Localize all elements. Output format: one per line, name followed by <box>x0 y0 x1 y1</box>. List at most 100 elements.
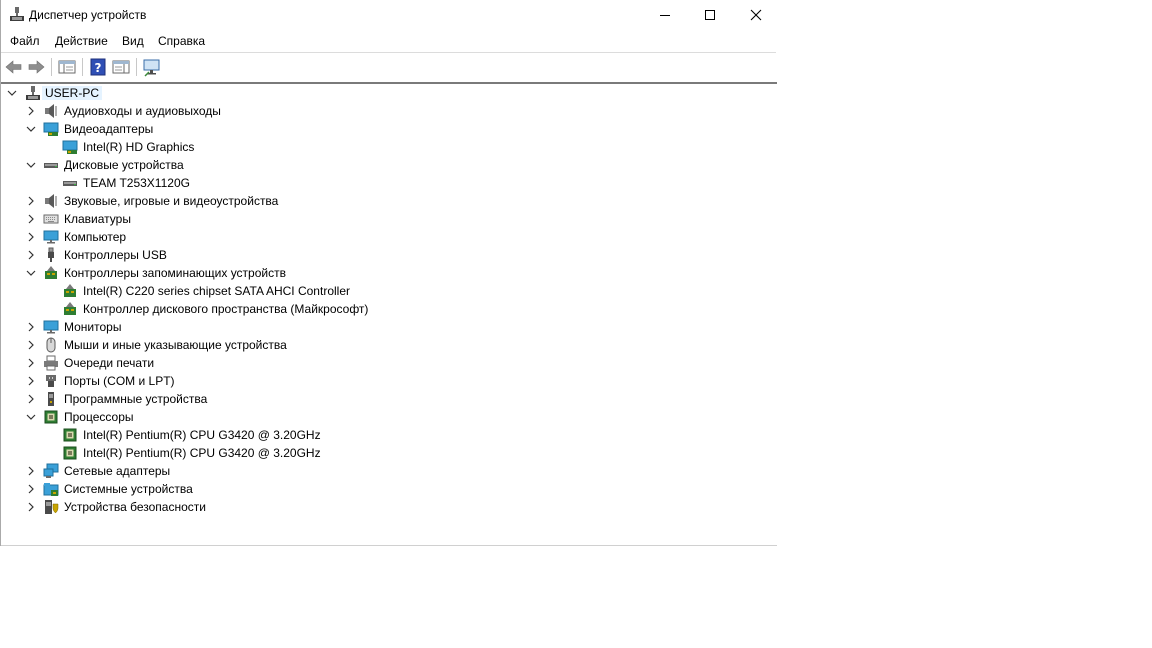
network-icon <box>43 463 59 478</box>
toolbar: ? <box>1 53 776 81</box>
tree-category-row[interactable]: Устройства безопасности <box>1 498 701 516</box>
tree-category-row[interactable]: Клавиатуры <box>1 210 701 228</box>
display-adapter-icon <box>43 122 59 136</box>
chevron-right-icon[interactable] <box>26 232 36 242</box>
tree-category-row[interactable]: Процессоры <box>1 408 701 426</box>
toolbar-separator <box>136 58 137 76</box>
chevron-down-icon[interactable] <box>26 124 36 134</box>
tree-category-row[interactable]: Очереди печати <box>1 354 701 372</box>
category-label: Клавиатуры <box>64 212 131 226</box>
speaker-icon <box>45 104 57 118</box>
back-button[interactable] <box>4 57 24 77</box>
keyboard-icon <box>43 214 59 224</box>
scan-hardware-button[interactable] <box>142 57 162 77</box>
tree-device-row[interactable]: Intel(R) Pentium(R) CPU G3420 @ 3.20GHz <box>1 426 701 444</box>
chevron-right-icon[interactable] <box>26 340 36 350</box>
tree-device-row[interactable]: TEAM T253X1120G <box>1 174 701 192</box>
device-label: Intel(R) C220 series chipset SATA AHCI C… <box>83 284 350 298</box>
menu-view[interactable]: Вид <box>122 34 144 48</box>
tree-device-row[interactable]: Intel(R) C220 series chipset SATA AHCI C… <box>1 282 701 300</box>
show-hide-console-tree-button[interactable] <box>57 57 77 77</box>
disk-drive-icon <box>63 181 77 186</box>
tree-category-row[interactable]: Мониторы <box>1 318 701 336</box>
monitor-icon <box>43 320 59 334</box>
help-button[interactable]: ? <box>88 57 108 77</box>
device-label: Intel(R) HD Graphics <box>83 140 195 154</box>
category-label: Программные устройства <box>64 392 208 406</box>
svg-text:?: ? <box>95 61 102 75</box>
chevron-right-icon[interactable] <box>26 214 36 224</box>
tree-category-row[interactable]: Системные устройства <box>1 480 701 498</box>
tree-category-row[interactable]: Сетевые адаптеры <box>1 462 701 480</box>
menu-file[interactable]: Файл <box>10 34 40 48</box>
chevron-right-icon[interactable] <box>26 322 36 332</box>
forward-icon <box>28 60 45 74</box>
device-label: Intel(R) Pentium(R) CPU G3420 @ 3.20GHz <box>83 446 321 460</box>
category-label: Мониторы <box>64 320 122 334</box>
tree-category-row[interactable]: Порты (COM и LPT) <box>1 372 701 390</box>
tree-device-row[interactable]: Intel(R) Pentium(R) CPU G3420 @ 3.20GHz <box>1 444 701 462</box>
chevron-down-icon[interactable] <box>7 88 17 98</box>
minimize-button[interactable] <box>642 0 688 30</box>
menu-action[interactable]: Действие <box>55 34 108 48</box>
device-label: Intel(R) Pentium(R) CPU G3420 @ 3.20GHz <box>83 428 321 442</box>
printer-icon <box>44 355 58 371</box>
chevron-right-icon[interactable] <box>26 466 36 476</box>
device-label: TEAM T253X1120G <box>83 176 190 190</box>
chevron-down-icon[interactable] <box>26 268 36 278</box>
menu-help[interactable]: Справка <box>158 34 205 48</box>
mouse-icon <box>46 337 56 353</box>
chevron-right-icon[interactable] <box>26 394 36 404</box>
toolbar-separator <box>51 58 52 76</box>
device-tree[interactable]: USER-PC Аудиовходы и аудиовыходы Видеоада… <box>1 84 776 545</box>
maximize-icon <box>705 10 715 20</box>
title-bar[interactable]: Диспетчер устройств <box>1 0 776 30</box>
details-view-button[interactable] <box>111 57 131 77</box>
chevron-down-icon[interactable] <box>26 412 36 422</box>
category-label: Мыши и иные указывающие устройства <box>64 338 287 352</box>
tree-bottom-border <box>1 545 777 546</box>
chevron-down-icon[interactable] <box>26 160 36 170</box>
window-title: Диспетчер устройств <box>29 8 147 22</box>
forward-button[interactable] <box>26 57 46 77</box>
tree-category-row[interactable]: Аудиовходы и аудиовыходы <box>1 102 701 120</box>
maximize-button[interactable] <box>687 0 733 30</box>
chevron-right-icon[interactable] <box>26 358 36 368</box>
port-icon <box>46 375 56 387</box>
tree-category-row[interactable]: Программные устройства <box>1 390 701 408</box>
device-manager-app-icon <box>10 7 24 21</box>
tree-device-row[interactable]: Контроллер дискового пространства (Майкр… <box>1 300 701 318</box>
chevron-right-icon[interactable] <box>26 376 36 386</box>
tree-category-row[interactable]: Мыши и иные указывающие устройства <box>1 336 701 354</box>
back-icon <box>5 60 22 74</box>
monitor-scan-icon <box>143 59 160 77</box>
chevron-right-icon[interactable] <box>26 106 36 116</box>
chevron-right-icon[interactable] <box>26 196 36 206</box>
category-label: Процессоры <box>64 410 134 424</box>
tree-category-row[interactable]: Дисковые устройства <box>1 156 701 174</box>
details-view-icon <box>112 60 130 74</box>
security-device-icon <box>45 500 59 514</box>
category-label: Звуковые, игровые и видеоустройства <box>64 194 279 208</box>
tree-category-row[interactable]: Контроллеры USB <box>1 246 701 264</box>
cpu-icon <box>63 446 77 460</box>
category-label: Сетевые адаптеры <box>64 464 171 478</box>
category-label: Очереди печати <box>64 356 155 370</box>
device-manager-window: Диспетчер устройств Файл Действие Вид Сп… <box>0 0 777 546</box>
chevron-right-icon[interactable] <box>26 502 36 512</box>
tree-category-row[interactable]: Звуковые, игровые и видеоустройства <box>1 192 701 210</box>
chevron-right-icon[interactable] <box>26 484 36 494</box>
close-button[interactable] <box>733 0 779 30</box>
category-label: Устройства безопасности <box>64 500 206 514</box>
display-adapter-icon <box>62 140 78 154</box>
tree-category-row[interactable]: Видеоадаптеры <box>1 120 701 138</box>
tree-root-row[interactable]: USER-PC <box>1 84 701 102</box>
category-label: Порты (COM и LPT) <box>64 374 175 388</box>
toolbar-separator <box>82 58 83 76</box>
chevron-right-icon[interactable] <box>26 250 36 260</box>
storage-controller-icon <box>64 302 76 315</box>
tree-category-row[interactable]: Компьютер <box>1 228 701 246</box>
tree-device-row[interactable]: Intel(R) HD Graphics <box>1 138 701 156</box>
tree-category-row[interactable]: Контроллеры запоминающих устройств <box>1 264 701 282</box>
category-label: Дисковые устройства <box>64 158 184 172</box>
